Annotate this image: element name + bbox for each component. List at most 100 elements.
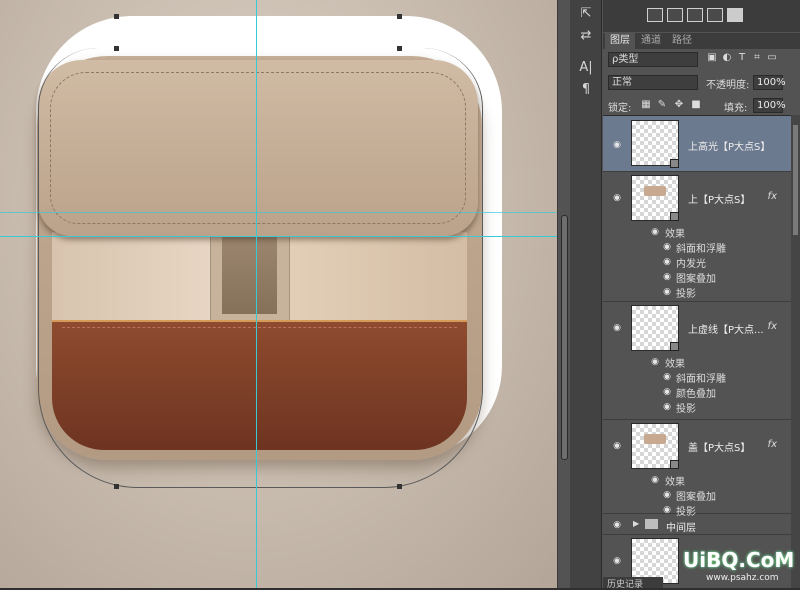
- layer-item[interactable]: ◉ 上高光【P大点S】: [603, 116, 791, 172]
- visibility-eye-icon[interactable]: ◉: [610, 441, 624, 451]
- opacity-label: 不透明度:: [706, 80, 750, 91]
- visibility-eye-icon[interactable]: ◉: [610, 556, 624, 566]
- visibility-eye-icon[interactable]: ◉: [610, 140, 624, 150]
- effect-label: 投影: [676, 404, 696, 415]
- tab-layers[interactable]: 图层: [605, 33, 635, 49]
- scroll-thumb[interactable]: [793, 125, 798, 235]
- layer-group[interactable]: ◉ ▶ 中间层: [603, 515, 791, 535]
- path-anchor[interactable]: [114, 46, 119, 51]
- fill-field[interactable]: 100%: [753, 98, 786, 113]
- lock-move-icon[interactable]: ✥: [673, 99, 685, 111]
- watermark-url: www.psahz.com: [706, 573, 779, 583]
- text-tool-icon[interactable]: A|: [576, 58, 596, 78]
- paragraph-icon[interactable]: ¶: [576, 80, 596, 100]
- lock-all-icon[interactable]: ■: [690, 99, 702, 111]
- visibility-eye-icon[interactable]: ◉: [660, 242, 674, 252]
- tab-channels[interactable]: 通道: [636, 33, 666, 49]
- image-filter-icon[interactable]: ▣: [706, 52, 718, 64]
- path-anchor[interactable]: [114, 14, 119, 19]
- link-icon: [670, 460, 679, 469]
- effect-item[interactable]: ◉ 图案叠加: [603, 487, 791, 503]
- effect-label: 斜面和浮雕: [676, 374, 726, 385]
- folder-icon: [645, 519, 658, 529]
- effect-label: 颜色叠加: [676, 389, 716, 400]
- tab-paths[interactable]: 路径: [667, 33, 697, 49]
- document-canvas[interactable]: [0, 0, 557, 588]
- visibility-eye-icon[interactable]: ◉: [660, 257, 674, 267]
- effects-header[interactable]: ◉ 效果: [603, 224, 791, 240]
- visibility-eye-icon[interactable]: ◉: [660, 272, 674, 282]
- layers-scrollbar[interactable]: [791, 115, 800, 588]
- expand-arrow-icon[interactable]: ▶: [633, 519, 639, 528]
- effect-item[interactable]: ◉ 投影: [603, 284, 791, 300]
- effects-header[interactable]: ◉ 效果: [603, 472, 791, 488]
- effect-label: 图案叠加: [676, 492, 716, 503]
- swatch-icon[interactable]: [727, 8, 743, 22]
- filter-kind-select[interactable]: ρ类型: [608, 52, 698, 67]
- visibility-eye-icon[interactable]: ◉: [660, 490, 674, 500]
- blend-mode-select[interactable]: 正常: [608, 75, 698, 90]
- swap-icon[interactable]: ⇄: [576, 26, 596, 46]
- swatch-icon[interactable]: [647, 8, 663, 22]
- fx-badge[interactable]: fx: [768, 321, 777, 332]
- visibility-eye-icon[interactable]: ◉: [610, 323, 624, 333]
- shape-filter-icon[interactable]: ⌗: [751, 52, 763, 64]
- layer-item[interactable]: ◉ 盖【P大点S】 fx ◉ 效果 ◉ 图案叠加 ◉ 投影: [603, 421, 791, 518]
- layer-item[interactable]: ◉ 上虚线【P大点... fx ◉ 效果 ◉ 斜面和浮雕 ◉ 颜色叠加 ◉ 投影: [603, 303, 791, 420]
- fx-badge[interactable]: fx: [768, 191, 777, 202]
- horizontal-guide[interactable]: [0, 212, 557, 213]
- link-icon: [670, 342, 679, 351]
- effect-label: 效果: [665, 477, 685, 488]
- layer-name[interactable]: 上高光【P大点S】: [688, 138, 770, 153]
- path-anchor[interactable]: [397, 484, 402, 489]
- type-filter-icon[interactable]: T: [736, 52, 748, 64]
- effect-item[interactable]: ◉ 斜面和浮雕: [603, 239, 791, 255]
- opacity-field[interactable]: 100%: [753, 75, 786, 90]
- adjust-filter-icon[interactable]: ◐: [721, 52, 733, 64]
- visibility-eye-icon[interactable]: ◉: [660, 402, 674, 412]
- swatch-icon[interactable]: [667, 8, 683, 22]
- path-anchor[interactable]: [397, 14, 402, 19]
- effect-item[interactable]: ◉ 图案叠加: [603, 269, 791, 285]
- lock-paint-icon[interactable]: ✎: [656, 99, 668, 111]
- visibility-eye-icon[interactable]: ◉: [610, 193, 624, 203]
- visibility-eye-icon[interactable]: ◉: [660, 372, 674, 382]
- effect-item[interactable]: ◉ 斜面和浮雕: [603, 369, 791, 385]
- layer-name[interactable]: 盖【P大点S】: [688, 439, 750, 454]
- fx-badge[interactable]: fx: [768, 439, 777, 450]
- effect-item[interactable]: ◉ 内发光: [603, 254, 791, 270]
- visibility-eye-icon[interactable]: ◉: [660, 505, 674, 515]
- effect-label: 效果: [665, 359, 685, 370]
- layer-name[interactable]: 上虚线【P大点...: [688, 321, 764, 336]
- group-name[interactable]: 中间层: [666, 519, 696, 534]
- visibility-eye-icon[interactable]: ◉: [648, 475, 662, 485]
- vertical-guide[interactable]: [256, 0, 257, 588]
- path-anchor[interactable]: [114, 484, 119, 489]
- smart-filter-icon[interactable]: ▭: [766, 52, 778, 64]
- visibility-eye-icon[interactable]: ◉: [660, 387, 674, 397]
- horizontal-guide[interactable]: [0, 236, 557, 237]
- thumb-shape: [644, 434, 666, 444]
- path-anchor[interactable]: [397, 46, 402, 51]
- swatch-icon[interactable]: [687, 8, 703, 22]
- layer-item[interactable]: ◉ 上【P大点S】 fx ◉ 效果 ◉ 斜面和浮雕 ◉ 内发光 ◉ 图案叠加 ◉ 投影: [603, 173, 791, 302]
- canvas-scrollbar[interactable]: [557, 0, 570, 588]
- tab-history[interactable]: 历史记录: [603, 577, 663, 590]
- visibility-eye-icon[interactable]: ◉: [648, 227, 662, 237]
- scroll-thumb[interactable]: [561, 215, 568, 460]
- vector-path-outline: [38, 48, 483, 488]
- lock-transparency-icon[interactable]: ▦: [640, 99, 652, 111]
- effect-item[interactable]: ◉ 投影: [603, 399, 791, 415]
- lock-label: 锁定:: [608, 103, 632, 114]
- visibility-eye-icon[interactable]: ◉: [660, 287, 674, 297]
- effects-header[interactable]: ◉ 效果: [603, 354, 791, 370]
- panel-tabs: 图层 通道 路径: [603, 33, 800, 49]
- layer-name[interactable]: 上【P大点S】: [688, 191, 750, 206]
- link-icon: [670, 159, 679, 168]
- effect-item[interactable]: ◉ 颜色叠加: [603, 384, 791, 400]
- adjustment-swatches: [603, 0, 800, 32]
- transform-icon[interactable]: ⇱: [576, 4, 596, 24]
- visibility-eye-icon[interactable]: ◉: [648, 357, 662, 367]
- visibility-eye-icon[interactable]: ◉: [610, 520, 624, 530]
- swatch-icon[interactable]: [707, 8, 723, 22]
